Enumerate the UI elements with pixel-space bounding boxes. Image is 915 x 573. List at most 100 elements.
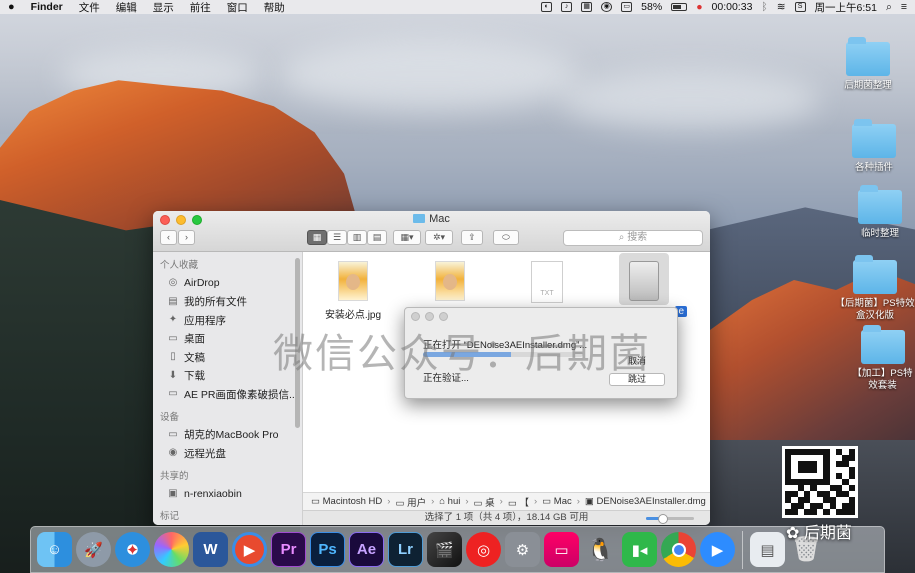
icon-size-slider[interactable] [646,514,694,524]
lightroom-dock-icon[interactable]: Lr [388,532,423,567]
path-segment-label: 【 [519,497,529,509]
spotlight-icon[interactable]: ⌕ [886,1,892,14]
dialog-window-controls [411,312,448,321]
record-icon[interactable]: ● [696,1,702,13]
sidebar-item-label: 下载 [184,370,205,383]
grid-icon[interactable]: ▦ [581,2,593,12]
menu-go[interactable]: 前往 [190,0,211,15]
notification-center-icon[interactable]: ≡ [901,1,907,13]
column-view-button[interactable]: ▥ [347,230,367,245]
path-segment[interactable]: ▣ DENoise3AEInstaller.dmg [585,496,706,507]
qq-dock-icon[interactable]: 🐧 [583,532,618,567]
photoshop-dock-icon[interactable]: Ps [310,532,345,567]
path-bar: ▭ Macintosh HD › ▭ 用户 › ⌂ hui › ▭ 桌 › ▭ 【 › ▭… [303,492,710,510]
display-icon[interactable]: ▭ [621,2,633,12]
eye-icon[interactable]: ◉ [601,2,613,12]
wifi-icon[interactable]: ≋ [777,1,786,13]
safari-dock-icon[interactable]: ✦ [115,532,150,567]
sidebar-item-label: 远程光盘 [184,447,226,460]
folder-icon [853,255,897,294]
desktop-folder[interactable]: 【加工】PS特效套装 [850,325,915,392]
sidebar-item-remote-disc[interactable]: ◉ 远程光盘 [153,444,302,463]
arrange-button[interactable]: ▦▾ [393,230,421,245]
battery-icon[interactable] [671,3,688,11]
menu-view[interactable]: 显示 [153,0,174,15]
close-button[interactable] [411,312,420,321]
sidebar-item-macbook[interactable]: ▭ 胡克的MacBook Pro [153,426,302,445]
file-item[interactable]: TXT [502,257,592,308]
launchpad-dock-icon[interactable]: 🚀 [76,532,111,567]
sidebar-item-ae-folder[interactable]: ▭ AE PR画面像素破损信... [153,385,302,404]
sidebar-item-label: 桌面 [184,333,205,346]
menu-window[interactable]: 窗口 [227,0,248,15]
bluetooth-icon[interactable]: ᛒ [761,1,767,13]
apple-menu-icon[interactable]: ● [8,1,15,13]
file-item[interactable]: 安装必点.jpg [308,257,398,321]
cleanmymac-dock-icon[interactable]: ▭ [544,532,579,567]
action-gear-button[interactable]: ✲▾ [425,230,453,245]
finder-dock-icon[interactable]: ☺ [37,532,72,567]
file-name: 安装必点.jpg [324,310,382,321]
sidebar-item-airdrop[interactable]: ◎ AirDrop [153,274,302,293]
menu-edit[interactable]: 编辑 [116,0,137,15]
after-effects-dock-icon[interactable]: Ae [349,532,384,567]
status-app-icon[interactable]: ◐ [541,2,553,12]
desktop-folder-label: 后期菌整理 [844,80,892,91]
sidebar-item-label: 我的所有文件 [184,296,247,309]
minimize-button[interactable] [425,312,434,321]
chrome-dock-icon[interactable] [661,532,696,567]
lightroom-label: Lr [398,541,413,558]
dock: ☺ 🚀 ✦ W ▶ Pr Ps Ae Lr 🎬 ◎ ⚙ ▭ 🐧 ▮◂ ▶ ▤ 🗑 [30,526,885,573]
path-segment[interactable]: ⌂ hui [439,496,460,507]
list-view-button[interactable]: ☰ [327,230,347,245]
coverflow-view-button[interactable]: ▤ [367,230,387,245]
input-method-icon[interactable]: S [794,2,806,12]
netease-music-dock-icon[interactable]: ◎ [466,532,501,567]
menu-file[interactable]: 文件 [79,0,100,15]
app-menu[interactable]: Finder [31,1,63,13]
text-file-icon: TXT [531,261,563,303]
sidebar-item-label: 文稿 [184,351,205,364]
zoom-button[interactable] [439,312,448,321]
forward-button[interactable]: › [178,230,195,245]
share-button[interactable]: ⇪ [461,230,483,245]
path-segment[interactable]: ▭ 【 [508,495,529,509]
sidebar-item-shared-computer[interactable]: ▣ n-renxiaobin [153,485,302,504]
path-segment[interactable]: ▭ 桌 [474,495,495,509]
file-item[interactable] [405,257,495,306]
wechat-badge: ✿ 后期菌 [786,519,852,543]
word-dock-icon[interactable]: W [193,532,228,567]
tag-button[interactable]: ⬭ [493,230,519,245]
menu-clock[interactable]: 周一上午6:51 [815,0,877,15]
photos-dock-icon[interactable] [154,532,189,567]
path-segment[interactable]: ▭ Mac [542,496,572,507]
desktop-folder[interactable]: 临时整理 [840,185,915,240]
video-player-dock-icon[interactable]: ▶ [232,532,267,567]
desktop-folder[interactable]: 后期菌整理 [828,37,908,92]
zoom-dock-icon[interactable]: ▶ [700,532,735,567]
path-segment[interactable]: ▭ 用户 [395,495,426,509]
sidebar-section-shared: 共享的 [160,470,189,482]
final-cut-dock-icon[interactable]: 🎬 [427,532,462,567]
status-text: 选择了 1 项（共 4 项），18.14 GB 可用 [424,512,589,523]
window-title-text: Mac [429,213,450,225]
document-stack-dock-icon[interactable]: ▤ [750,532,785,567]
back-button[interactable]: ‹ [160,230,177,245]
icon-view-button[interactable]: ▦ [307,230,327,245]
system-preferences-dock-icon[interactable]: ⚙ [505,532,540,567]
menu-help[interactable]: 帮助 [264,0,285,15]
after-effects-label: Ae [356,541,377,558]
premiere-dock-icon[interactable]: Pr [271,532,306,567]
path-separator: › [431,496,435,507]
search-field[interactable]: ⌕ 搜索 [563,230,703,246]
microphone-icon[interactable]: ♪ [561,2,573,12]
sidebar-section-favorites: 个人收藏 [160,260,199,271]
word-label: W [203,541,218,558]
desktop-folder[interactable]: 各种插件 [834,119,914,174]
path-segment[interactable]: ▭ Macintosh HD [311,496,382,507]
cloud [280,40,580,110]
sidebar-item-all-files[interactable]: ▤ 我的所有文件 [153,293,302,312]
dock-separator [742,530,743,569]
facetime-dock-icon[interactable]: ▮◂ [622,532,657,567]
desktop-folder[interactable]: 【后期菌】PS特效盒汉化版 [835,255,915,322]
